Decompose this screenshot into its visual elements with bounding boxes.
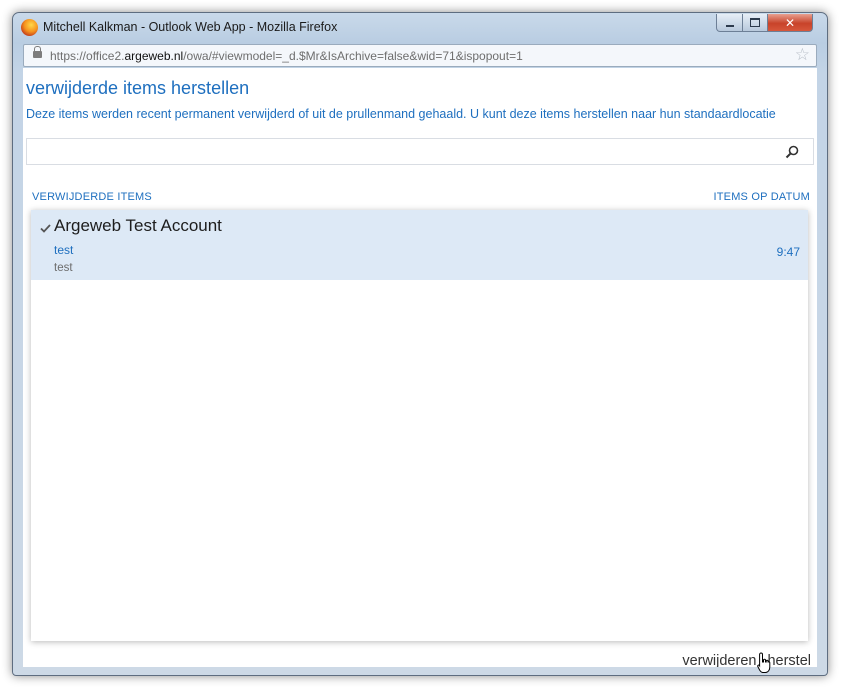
sort-by-date-button[interactable]: ITEMS OP DATUM bbox=[713, 191, 810, 203]
maximize-icon bbox=[750, 18, 760, 27]
firefox-icon bbox=[21, 19, 38, 36]
item-preview: test bbox=[54, 262, 73, 274]
close-button[interactable]: ✕ bbox=[767, 14, 813, 32]
minimize-button[interactable] bbox=[716, 14, 743, 32]
list-item[interactable]: Argeweb Test Account test 9:47 test bbox=[31, 210, 808, 280]
address-bar[interactable]: https://office2.argeweb.nl/owa/#viewmode… bbox=[23, 44, 817, 67]
page-content: verwijderde items herstellen Deze items … bbox=[23, 68, 817, 667]
lock-icon[interactable] bbox=[33, 46, 42, 58]
check-icon[interactable] bbox=[40, 224, 51, 233]
search-icon[interactable] bbox=[785, 145, 799, 159]
window-title: Mitchell Kalkman - Outlook Web App - Moz… bbox=[43, 20, 338, 34]
page-title: verwijderde items herstellen bbox=[26, 78, 250, 98]
item-subject: test bbox=[54, 243, 74, 257]
footer-actions: verwijderen herstel bbox=[682, 653, 811, 667]
browser-window: Mitchell Kalkman - Outlook Web App - Moz… bbox=[12, 12, 828, 676]
deleted-items-list: Argeweb Test Account test 9:47 test bbox=[31, 210, 808, 641]
restore-button[interactable]: herstel bbox=[767, 653, 811, 667]
search-input[interactable] bbox=[31, 142, 775, 163]
delete-button[interactable]: verwijderen bbox=[682, 653, 756, 667]
title-bar[interactable]: Mitchell Kalkman - Outlook Web App - Moz… bbox=[13, 13, 827, 43]
deleted-items-header[interactable]: VERWIJDERDE ITEMS bbox=[32, 191, 152, 203]
item-sender: Argeweb Test Account bbox=[54, 216, 222, 235]
star-icon[interactable]: ☆ bbox=[795, 46, 810, 65]
close-icon: ✕ bbox=[784, 15, 796, 30]
minimize-icon bbox=[725, 24, 734, 27]
item-time: 9:47 bbox=[776, 245, 800, 259]
page-description: Deze items werden recent permanent verwi… bbox=[26, 107, 776, 121]
search-box[interactable] bbox=[26, 138, 814, 165]
url-text[interactable]: https://office2.argeweb.nl/owa/#viewmode… bbox=[50, 49, 523, 63]
maximize-button[interactable] bbox=[742, 14, 768, 32]
hand-cursor-icon bbox=[757, 652, 771, 673]
